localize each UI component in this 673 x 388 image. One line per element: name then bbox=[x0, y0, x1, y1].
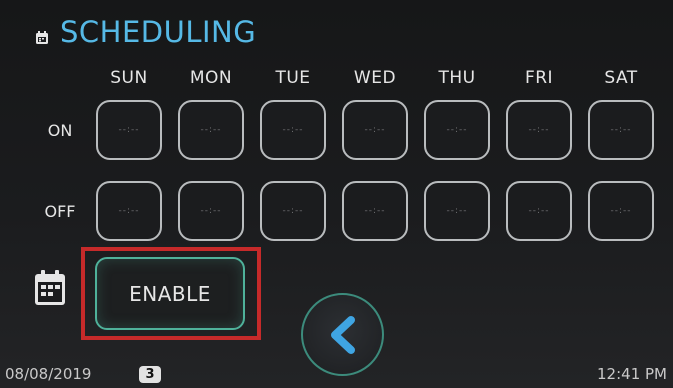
off-time-sat[interactable]: --:-- bbox=[588, 181, 654, 241]
day-header-wed: WED bbox=[353, 68, 397, 88]
off-time-tue[interactable]: --:-- bbox=[260, 181, 326, 241]
off-time-sun[interactable]: --:-- bbox=[96, 181, 162, 241]
on-time-tue[interactable]: --:-- bbox=[260, 100, 326, 160]
on-time-wed[interactable]: --:-- bbox=[342, 100, 408, 160]
day-header-thu: THU bbox=[438, 68, 476, 88]
off-time-thu[interactable]: --:-- bbox=[424, 181, 490, 241]
page-title: SCHEDULING bbox=[60, 15, 257, 49]
calendar-small-icon bbox=[36, 31, 48, 44]
day-header-sat: SAT bbox=[604, 68, 638, 88]
scheduling-screen: SCHEDULING SUN MON TUE WED THU FRI SAT O… bbox=[0, 0, 673, 388]
status-date: 08/08/2019 bbox=[5, 365, 92, 383]
calendar-grid-icon bbox=[35, 270, 65, 305]
highlight-box bbox=[81, 247, 261, 340]
off-time-wed[interactable]: --:-- bbox=[342, 181, 408, 241]
back-button[interactable] bbox=[301, 293, 384, 376]
on-time-thu[interactable]: --:-- bbox=[424, 100, 490, 160]
on-time-mon[interactable]: --:-- bbox=[178, 100, 244, 160]
day-header-fri: FRI bbox=[524, 68, 554, 88]
day-header-sun: SUN bbox=[110, 68, 148, 88]
day-header-tue: TUE bbox=[275, 68, 311, 88]
row-label-on: ON bbox=[47, 121, 73, 140]
on-time-sat[interactable]: --:-- bbox=[588, 100, 654, 160]
off-time-mon[interactable]: --:-- bbox=[178, 181, 244, 241]
on-time-sun[interactable]: --:-- bbox=[96, 100, 162, 160]
status-badge: 3 bbox=[139, 366, 161, 383]
chevron-left-icon bbox=[330, 315, 355, 354]
on-time-fri[interactable]: --:-- bbox=[506, 100, 572, 160]
off-time-fri[interactable]: --:-- bbox=[506, 181, 572, 241]
row-label-off: OFF bbox=[44, 202, 76, 221]
day-header-mon: MON bbox=[189, 68, 233, 88]
status-time: 12:41 PM bbox=[597, 365, 667, 383]
